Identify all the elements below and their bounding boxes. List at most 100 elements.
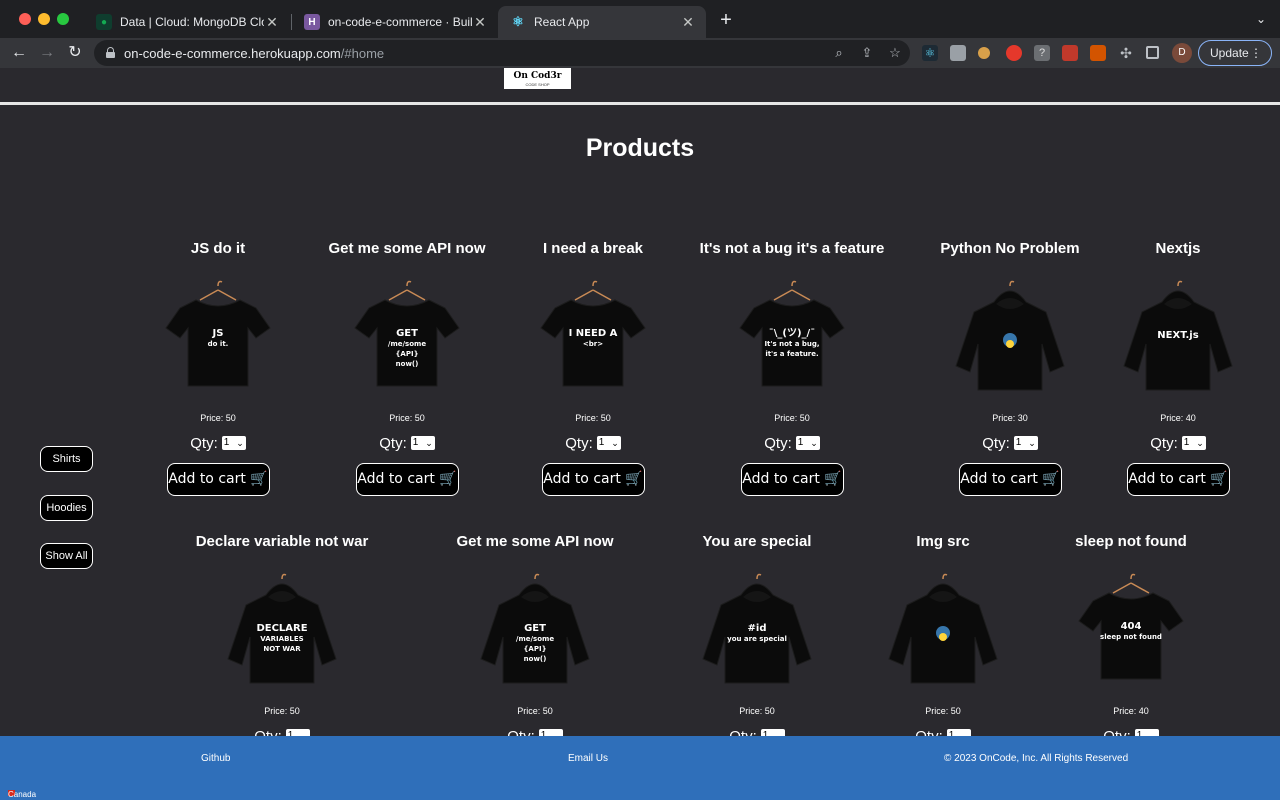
puzzle-extensions-icon[interactable]: ✣ bbox=[1118, 45, 1134, 61]
product-image[interactable] bbox=[883, 571, 1003, 691]
svg-text:NEXT.js: NEXT.js bbox=[1157, 330, 1198, 341]
quantity-label: Qty: bbox=[1150, 434, 1178, 452]
add-to-cart-button[interactable]: Add to cart 🛒 bbox=[166, 463, 270, 496]
react-icon: ⚛ bbox=[512, 14, 524, 29]
quantity-value: 1 bbox=[797, 437, 804, 448]
chevron-down-icon: ⌄ bbox=[810, 438, 818, 448]
svg-text:DECLARE: DECLARE bbox=[256, 623, 307, 634]
svg-text:<br>: <br> bbox=[583, 340, 603, 348]
quantity-label: Qty: bbox=[1103, 727, 1131, 737]
quantity-label: Qty: bbox=[254, 727, 282, 737]
svg-text:NOT WAR: NOT WAR bbox=[263, 645, 301, 653]
quantity-select[interactable]: 1 ⌄ bbox=[1181, 436, 1206, 450]
update-button[interactable]: Update ⋮ bbox=[1198, 40, 1272, 66]
add-to-cart-button[interactable]: Add to cart 🛒 bbox=[1126, 463, 1230, 496]
email-link[interactable]: Email Us bbox=[568, 753, 608, 764]
svg-text:it's a feature.: it's a feature. bbox=[765, 350, 818, 358]
svg-text:GET: GET bbox=[524, 623, 546, 634]
reload-icon[interactable]: ↻ bbox=[64, 42, 86, 64]
url-text[interactable]: on-code-e-commerce.herokuapp.com/#home bbox=[124, 46, 384, 61]
extension-icon[interactable]: ? bbox=[1034, 45, 1050, 61]
share-icon[interactable]: ⇪ bbox=[859, 45, 875, 61]
product-card: Declare variable not war DECLARE VARIABLES… bbox=[162, 533, 402, 736]
filter-show-all-button[interactable]: Show All bbox=[40, 543, 93, 569]
heroku-icon: H bbox=[304, 14, 320, 30]
extension-icon[interactable] bbox=[1062, 45, 1078, 61]
svg-text:404: 404 bbox=[1121, 621, 1142, 632]
quantity-value: 1 bbox=[1183, 437, 1190, 448]
quantity-select[interactable]: 1 ⌄ bbox=[1134, 729, 1159, 736]
tab-search-icon[interactable]: ⌄ bbox=[1256, 12, 1266, 26]
close-tab-icon[interactable]: ✕ bbox=[680, 14, 696, 31]
quantity-select[interactable]: 1 ⌄ bbox=[538, 729, 563, 736]
quantity-select[interactable]: 1 ⌄ bbox=[1013, 436, 1038, 450]
quantity-select[interactable]: 1 ⌄ bbox=[596, 436, 621, 450]
add-to-cart-button[interactable]: Add to cart 🛒 bbox=[541, 463, 645, 496]
chevron-down-icon: ⌄ bbox=[425, 438, 433, 448]
profile-avatar[interactable]: D bbox=[1172, 43, 1192, 63]
product-image[interactable]: #id you are special bbox=[697, 571, 817, 691]
product-image[interactable]: GET/me/some {API} now() bbox=[475, 571, 595, 691]
add-to-cart-button[interactable]: Add to cart 🛒 bbox=[958, 463, 1062, 496]
product-price: Price: 50 bbox=[774, 413, 810, 423]
close-tab-icon[interactable]: ✕ bbox=[472, 14, 488, 31]
quantity-select[interactable]: 1 ⌄ bbox=[795, 436, 820, 450]
add-to-cart-button[interactable]: Add to cart 🛒 bbox=[740, 463, 844, 496]
product-price: Price: 40 bbox=[1113, 706, 1149, 716]
chevron-down-icon: ⌄ bbox=[1028, 438, 1036, 448]
react-devtools-extension-icon[interactable]: ⚛ bbox=[922, 45, 938, 61]
product-image[interactable]: GET/me/some {API} now() bbox=[347, 278, 467, 398]
extension-icon[interactable] bbox=[1090, 45, 1106, 61]
svg-text:I NEED A: I NEED A bbox=[569, 328, 618, 339]
product-image[interactable]: ¯\_(ツ)_/¯ It's not a bug, it's a feature. bbox=[732, 278, 852, 398]
close-tab-icon[interactable]: ✕ bbox=[264, 14, 280, 31]
chevron-down-icon: ⌄ bbox=[611, 438, 619, 448]
svg-text:now(): now() bbox=[396, 360, 419, 368]
product-price: Price: 50 bbox=[517, 706, 553, 716]
quantity-select[interactable]: 1 ⌄ bbox=[760, 729, 785, 736]
product-image[interactable]: NEXT.js bbox=[1118, 278, 1238, 398]
close-window-button[interactable] bbox=[19, 13, 31, 25]
product-image[interactable] bbox=[950, 278, 1070, 398]
quantity-select[interactable]: 1 ⌄ bbox=[410, 436, 435, 450]
svg-text:¯\_(ツ)_/¯: ¯\_(ツ)_/¯ bbox=[769, 327, 815, 339]
lock-icon[interactable] bbox=[106, 47, 115, 58]
tab-react-app[interactable]: ⚛ React App ✕ bbox=[498, 6, 706, 38]
filter-hoodies-button[interactable]: Hoodies bbox=[40, 495, 93, 521]
extension-icon[interactable] bbox=[950, 45, 966, 61]
extension-icon[interactable] bbox=[1006, 45, 1022, 61]
browser-toolbar: ← → ↻ on-code-e-commerce.herokuapp.com/#… bbox=[0, 38, 1280, 68]
quantity-select[interactable]: 1 ⌄ bbox=[221, 436, 246, 450]
minimize-window-button[interactable] bbox=[38, 13, 50, 25]
github-link[interactable]: Github bbox=[201, 753, 230, 764]
svg-text:It's not a bug,: It's not a bug, bbox=[764, 340, 819, 348]
footer: Github Email Us © 2023 OnCode, Inc. All … bbox=[0, 736, 1280, 800]
tab-mongodb[interactable]: ● Data | Cloud: MongoDB Cloud ✕ bbox=[84, 6, 290, 38]
tab-title: Data | Cloud: MongoDB Cloud bbox=[120, 15, 264, 29]
bookmark-star-icon[interactable]: ☆ bbox=[887, 45, 903, 61]
product-image[interactable]: DECLARE VARIABLES NOT WAR bbox=[222, 571, 342, 691]
maximize-window-button[interactable] bbox=[57, 13, 69, 25]
product-image[interactable]: 404 sleep not found bbox=[1071, 571, 1191, 691]
mongodb-leaf-icon: ● bbox=[96, 14, 112, 30]
side-panel-icon[interactable] bbox=[1146, 46, 1159, 59]
product-image[interactable]: I NEED A <br> bbox=[533, 278, 653, 398]
product-name: sleep not found bbox=[1075, 533, 1187, 550]
new-tab-button[interactable]: + bbox=[716, 10, 736, 30]
zoom-search-icon[interactable]: ⌕ bbox=[831, 45, 847, 61]
quantity-label: Qty: bbox=[729, 727, 757, 737]
quantity-select[interactable]: 1 ⌄ bbox=[946, 729, 971, 736]
quantity-select[interactable]: 1 ⌄ bbox=[285, 729, 310, 736]
extension-icon[interactable] bbox=[978, 47, 990, 59]
quantity-label: Qty: bbox=[982, 434, 1010, 452]
site-logo[interactable]: On Cod3r CODE SHOP bbox=[504, 68, 571, 89]
filter-shirts-button[interactable]: Shirts bbox=[40, 446, 93, 472]
back-arrow-icon[interactable]: ← bbox=[8, 42, 30, 64]
product-image[interactable]: JS do it. bbox=[158, 278, 278, 398]
tab-heroku[interactable]: H on-code-e-commerce · Build | ✕ bbox=[292, 6, 498, 38]
quantity-row: Qty: 1 ⌄ bbox=[1058, 434, 1280, 452]
forward-arrow-icon[interactable]: → bbox=[36, 42, 58, 64]
address-bar[interactable]: on-code-e-commerce.herokuapp.com/#home ⌕… bbox=[94, 40, 910, 66]
svg-text:now(): now() bbox=[524, 655, 547, 663]
add-to-cart-button[interactable]: Add to cart 🛒 bbox=[355, 463, 459, 496]
